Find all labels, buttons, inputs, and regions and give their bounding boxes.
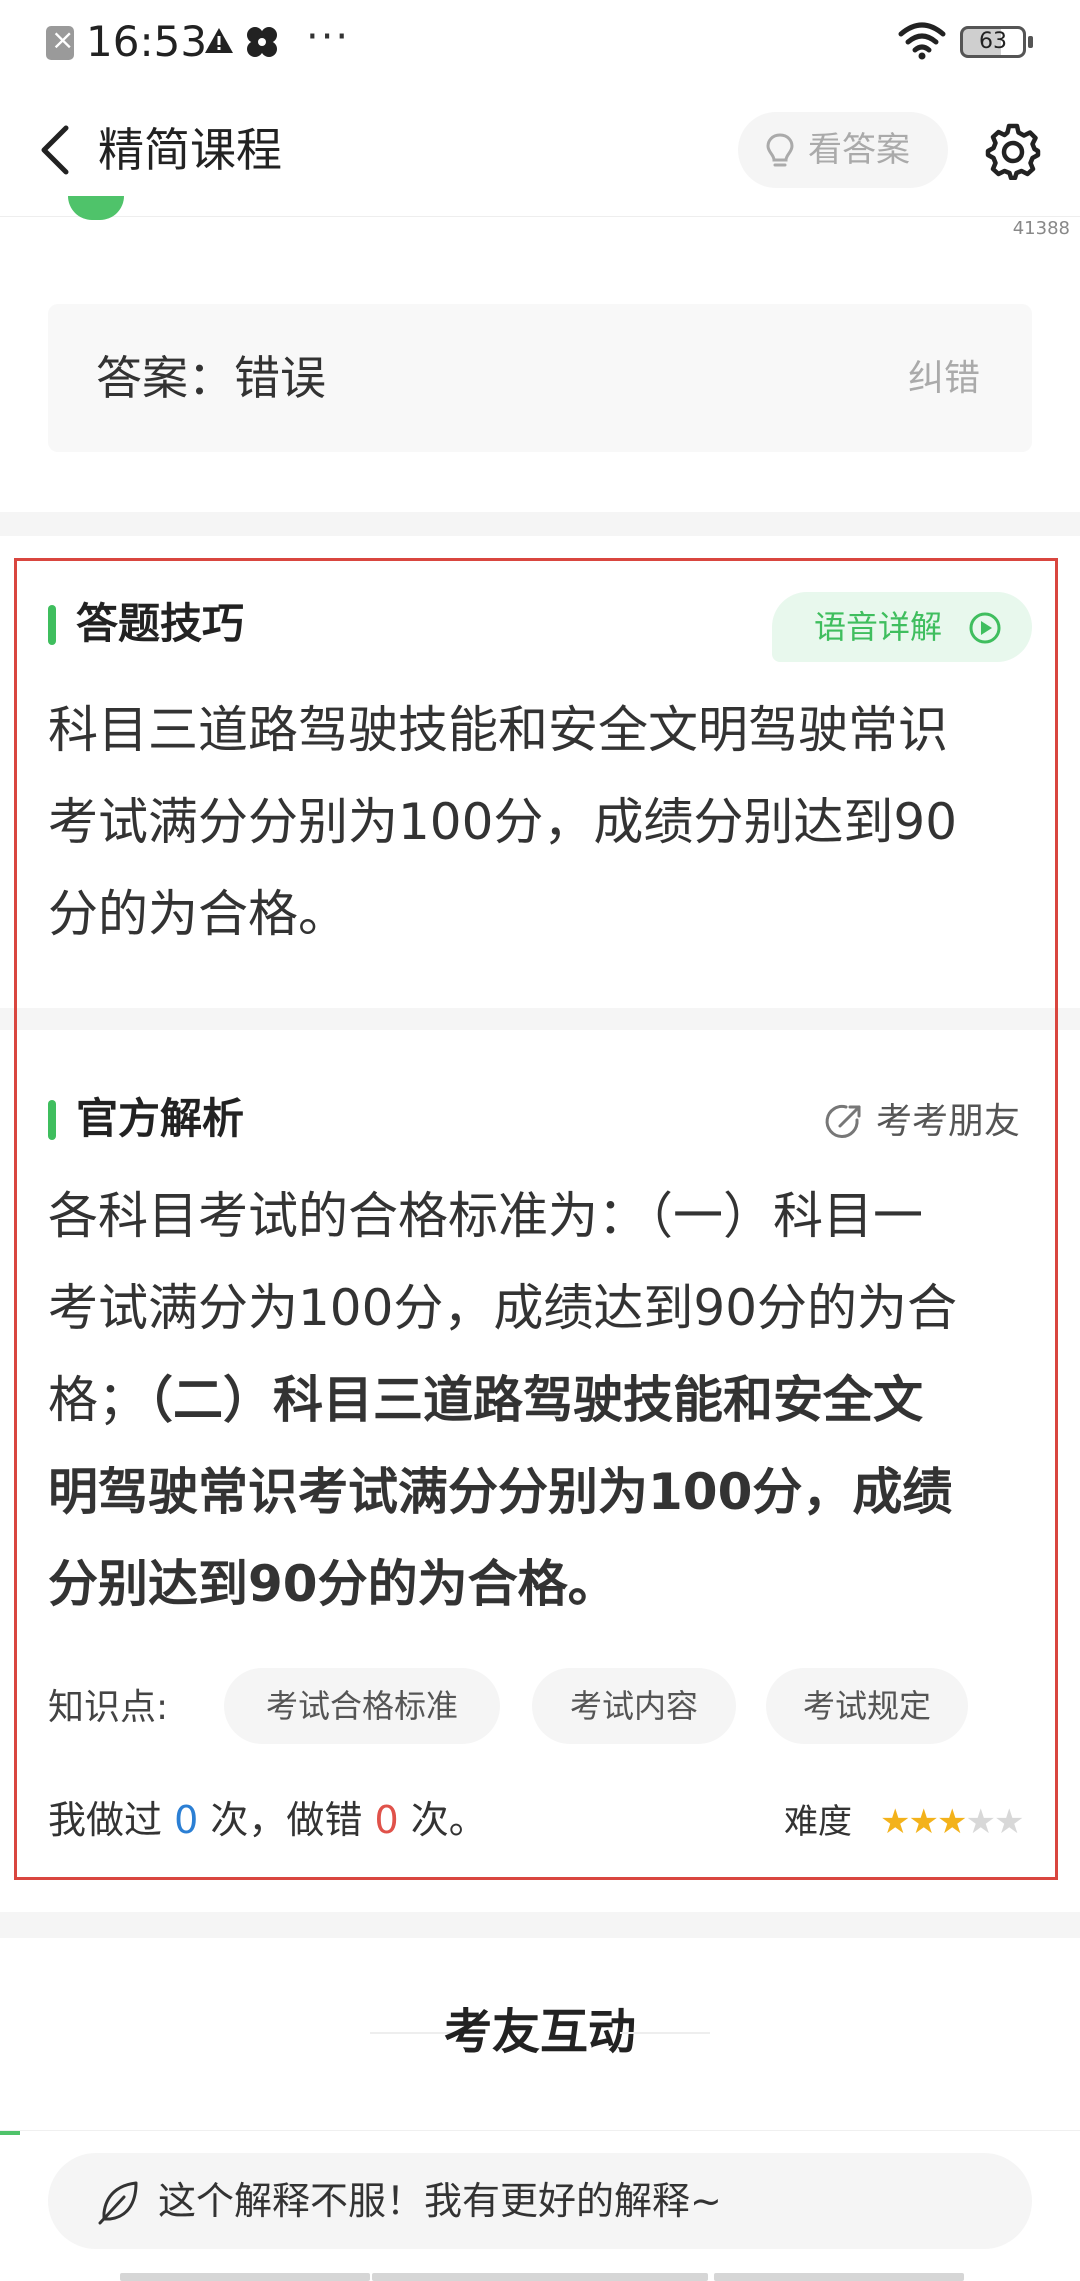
official-line-bold: （二）科目三道路驾驶技能和安全文 [148, 1371, 923, 1429]
knowledge-tag[interactable]: 考试规定 [766, 1668, 968, 1744]
official-line: 分别达到90分的为合格。 [48, 1555, 618, 1613]
official-line-start: 格； [48, 1371, 148, 1429]
stats-prefix: 我做过 [48, 1798, 175, 1842]
warning-icon [205, 28, 233, 53]
official-text: 各科目考试的合格标准为：（一）科目一 考试满分为100分，成绩达到90分的为合 … [48, 1170, 1038, 1630]
share-label: 考考朋友 [876, 1101, 1021, 1142]
section-divider [0, 1912, 1080, 1938]
page-title: 精简课程 [98, 123, 282, 177]
star-icon: ★ [993, 1802, 1025, 1842]
feather-icon [98, 2181, 138, 2225]
star-icon: ★ [936, 1802, 968, 1842]
back-arrow-icon[interactable] [38, 124, 72, 176]
nav-bar: 精简课程 看答案 [0, 84, 1080, 217]
play-icon [969, 612, 1001, 644]
bottom-accent [0, 2131, 20, 2135]
stats-middle: 次，做错 [198, 1798, 375, 1842]
attempt-stats: 我做过 0 次，做错 0 次。 [48, 1790, 487, 1850]
status-time: 16:53 [86, 17, 208, 66]
wifi-icon [898, 22, 946, 60]
difficulty-label: 难度 [784, 1802, 852, 1842]
tips-text: 科目三道路驾驶技能和安全文明驾驶常识 考试满分分别为100分，成绩分别达到90 … [48, 684, 1038, 960]
knowledge-label: 知识点: [48, 1687, 169, 1728]
interaction-title: 考友互动 [443, 2004, 636, 2060]
star-icon: ★ [908, 1802, 939, 1842]
official-line: 各科目考试的合格标准为：（一）科目一 [48, 1187, 923, 1245]
view-answer-label: 看答案 [808, 130, 910, 170]
stats-suffix: 次。 [398, 1798, 487, 1842]
answer-card: 答案：错误 纠错 [48, 304, 1032, 452]
difficulty-stars: ★★★★★ [880, 1794, 1025, 1850]
star-icon: ★ [880, 1802, 911, 1842]
answer-label: 答案：错误 [96, 351, 326, 405]
voice-explain-button[interactable]: 语音详解 [772, 592, 1032, 662]
section-divider [0, 1008, 1080, 1030]
battery-cap [1028, 36, 1033, 48]
app-notification-icon [46, 23, 74, 60]
section-marker [48, 1100, 56, 1140]
view-answer-button[interactable]: 看答案 [738, 112, 948, 188]
section-marker [48, 605, 56, 645]
comment-input[interactable]: 这个解释不服！我有更好的解释~ [48, 2153, 1032, 2249]
voice-explain-label: 语音详解 [814, 608, 943, 646]
tips-line: 科目三道路驾驶技能和安全文明驾驶常识 [48, 701, 948, 759]
official-title: 官方解析 [76, 1094, 245, 1143]
official-line: 格；（二）科目三道路驾驶技能和安全文 [48, 1354, 1038, 1446]
share-icon [825, 1105, 861, 1138]
battery-level: 63 [979, 29, 1007, 54]
wrong-count: 0 [374, 1798, 399, 1842]
question-id: 41388 [1012, 218, 1070, 239]
knowledge-tag[interactable]: 考试合格标准 [224, 1668, 500, 1744]
gear-icon[interactable] [984, 122, 1042, 180]
done-count: 0 [174, 1798, 199, 1842]
knowledge-tag[interactable]: 考试内容 [532, 1668, 736, 1744]
tips-line: 分的为合格。 [48, 885, 348, 943]
bottom-bar: 这个解释不服！我有更好的解释~ [0, 2130, 1080, 2281]
title-line-right [620, 2032, 710, 2034]
star-icon: ★ [965, 1802, 996, 1842]
section-divider [0, 512, 1080, 536]
official-line: 考试满分为100分，成绩达到90分的为合 [48, 1279, 958, 1337]
official-line: 明驾驶常识考试满分分别为100分，成绩 [48, 1463, 953, 1521]
pinwheel-icon [247, 27, 277, 57]
tips-title: 答题技巧 [76, 599, 245, 648]
comment-prompt: 这个解释不服！我有更好的解释~ [158, 2179, 722, 2223]
bulb-icon [766, 133, 794, 167]
status-bar: 16:53 ··· 63 [0, 0, 1080, 84]
tips-line: 考试满分分别为100分，成绩分别达到90 [48, 793, 958, 851]
correct-error-link[interactable]: 纠错 [908, 354, 980, 404]
more-icon: ··· [306, 14, 351, 60]
